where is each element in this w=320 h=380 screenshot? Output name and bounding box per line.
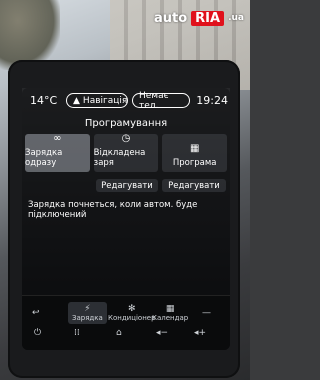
clock: 19:24: [196, 94, 228, 107]
status-bar: 14°C ▲ Навігація Немає тел. 19:24: [22, 90, 230, 112]
watermark-suffix: .ua: [228, 13, 244, 23]
volume-up-icon: ◂+: [194, 328, 207, 338]
watermark-logo: auto RIA .ua: [152, 8, 244, 28]
navigation-label: Навігація: [82, 95, 128, 106]
edit-program-button[interactable]: Редагувати: [162, 179, 226, 192]
infinity-icon: ∞: [53, 133, 62, 144]
apps-button[interactable]: ⁞⁞: [74, 328, 80, 338]
tile-delayed-charge[interactable]: ◷ Відкладена заря: [93, 133, 159, 172]
navigation-arrow-icon: ▲: [73, 95, 80, 106]
home-icon: ⌂: [116, 328, 122, 338]
tile-charge-now[interactable]: ∞ Зарядка одразу: [25, 133, 90, 172]
system-buttons: ⏻ ⁞⁞ ⌂ ◂− ◂+: [22, 328, 230, 344]
bottom-bar: ↩ ⚡ Зарядка ✻ Кондиціонер ▦ Календар — ⏻: [22, 295, 230, 350]
charging-mode-tiles: ∞ Зарядка одразу ◷ Відкладена заря ▦ Про…: [25, 133, 228, 172]
volume-up-button[interactable]: ◂+: [194, 328, 206, 338]
tab-label: Кондиціонер: [108, 314, 156, 322]
tab-extra[interactable]: —: [202, 308, 211, 318]
back-button[interactable]: ↩: [32, 308, 40, 318]
power-icon: ⏻: [34, 328, 42, 338]
power-button[interactable]: ⏻: [34, 328, 41, 338]
tile-program[interactable]: ▦ Програма: [162, 134, 228, 172]
fan-icon: ✻: [128, 304, 136, 314]
tab-label: Календар: [152, 314, 189, 322]
calendar-icon: ▦: [165, 304, 175, 314]
phone-button[interactable]: Немає тел.: [132, 90, 190, 111]
tab-charging[interactable]: ⚡ Зарядка: [68, 302, 107, 324]
edit-buttons-row: Редагувати Редагувати: [22, 179, 230, 193]
tab-calendar[interactable]: ▦ Календар: [152, 304, 188, 322]
infotainment-screen: 14°C ▲ Навігація Немає тел. 19:24 Програ…: [22, 88, 230, 350]
charging-icon: ⚡: [84, 304, 91, 314]
bottom-tabs: ↩ ⚡ Зарядка ✻ Кондиціонер ▦ Календар —: [22, 302, 230, 326]
home-button[interactable]: ⌂: [116, 328, 122, 338]
charging-message: Зарядка почнеться, коли автом. буде підк…: [28, 200, 198, 220]
tile-label: Зарядка одразу: [25, 148, 63, 168]
watermark-part2: RIA: [191, 10, 225, 26]
volume-down-button[interactable]: ◂−: [156, 328, 168, 338]
apps-icon: ⁞⁞: [74, 328, 80, 338]
tile-label: Програма: [172, 158, 217, 168]
temperature: 14°C: [30, 94, 58, 107]
watermark-part1: auto: [153, 10, 188, 26]
volume-down-icon: ◂−: [156, 328, 169, 338]
edit-delayed-button[interactable]: Редагувати: [96, 179, 158, 192]
phone-label: Немає тел.: [139, 90, 169, 111]
navigation-button[interactable]: ▲ Навігація: [66, 93, 128, 108]
tab-climate[interactable]: ✻ Кондиціонер: [108, 304, 156, 322]
tile-label: Відкладена заря: [93, 148, 146, 168]
calendar-icon: ▦: [189, 143, 200, 154]
back-arrow-icon: ↩: [32, 308, 40, 318]
clock-icon: ◷: [121, 133, 131, 144]
tab-label: Зарядка: [72, 314, 103, 322]
screen-title: Програмування: [84, 118, 168, 129]
dash-icon: —: [202, 308, 211, 318]
